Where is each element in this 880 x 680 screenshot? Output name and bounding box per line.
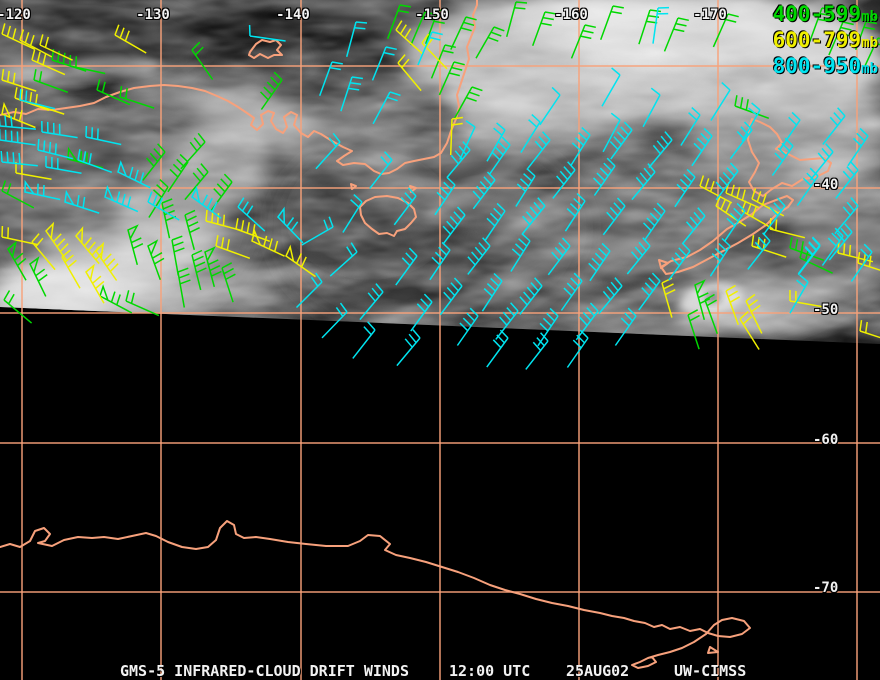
latitude-label: -70 [813, 580, 839, 596]
legend-row-low: 800-950mb [773, 53, 878, 79]
legend-unit: mb [861, 35, 878, 51]
longitude-label: -150 [415, 7, 449, 23]
antarctica-coast [0, 520, 751, 669]
longitude-label: -120 [0, 7, 31, 23]
longitude-label: -160 [554, 7, 588, 23]
wind-barb [352, 321, 376, 359]
legend-range: 800-950 [772, 54, 862, 78]
product-title: GMS-5 INFRARED-CLOUD DRIFT WINDS [120, 662, 409, 680]
latitude-label: -60 [813, 432, 839, 448]
valid-date: 25AUG02 [566, 662, 630, 680]
longitude-label: -140 [276, 7, 310, 23]
wind-barb [525, 332, 549, 370]
legend-unit: mb [861, 9, 878, 25]
legend-unit: mb [861, 61, 878, 77]
legend-range: 400-599 [772, 2, 862, 26]
legend-range: 600-799 [772, 28, 862, 52]
legend-row-mid: 600-799mb [773, 27, 878, 53]
wind-barb [396, 329, 421, 367]
longitude-label: -130 [136, 7, 170, 23]
source-credit: UW-CIMSS [674, 662, 747, 680]
wind-barb [566, 329, 589, 368]
pressure-legend: 400-599mb 600-799mb 800-950mb [773, 1, 878, 79]
wind-barb [486, 329, 509, 368]
legend-row-high: 400-599mb [773, 1, 878, 27]
antarctica-islet [707, 646, 719, 654]
longitude-label: -170 [693, 7, 727, 23]
latitude-label: -40 [813, 177, 839, 193]
satellite-wind-map: -120 -130 -140 -150 -160 -170 -40 -50 -60 -70 40… [0, 0, 880, 680]
latitude-label: -50 [813, 302, 839, 318]
map-canvas [0, 0, 880, 680]
valid-time: 12:00 UTC [449, 662, 531, 680]
